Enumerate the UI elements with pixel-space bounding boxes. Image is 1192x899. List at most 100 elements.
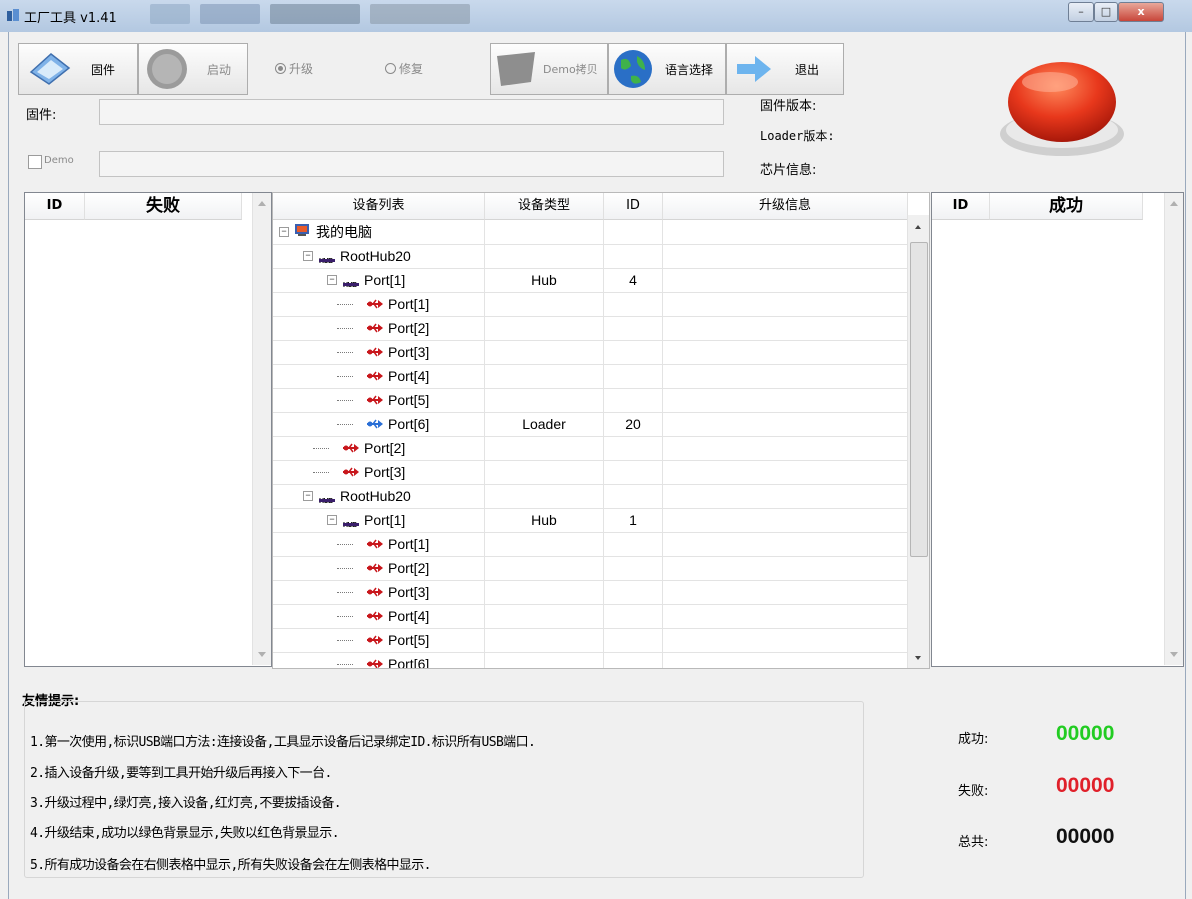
column-divider bbox=[484, 580, 485, 604]
device-name-cell: Port[6] bbox=[367, 652, 430, 669]
start-button[interactable]: 启动 bbox=[138, 43, 248, 95]
column-divider bbox=[484, 268, 485, 292]
usb-blue-icon bbox=[367, 412, 383, 429]
device-row[interactable]: Port[5] bbox=[273, 628, 907, 653]
usb-red-icon bbox=[367, 652, 383, 668]
upgrade-info-header[interactable]: 升级信息 bbox=[663, 193, 908, 220]
tree-connector bbox=[337, 328, 353, 329]
column-divider bbox=[484, 412, 485, 436]
device-name-cell: Port[3] bbox=[367, 580, 429, 604]
success-id-header[interactable]: ID bbox=[932, 193, 990, 220]
device-list-header[interactable]: 设备列表 bbox=[273, 193, 485, 220]
fail-id-header[interactable]: ID bbox=[25, 193, 85, 220]
success-scrollbar[interactable] bbox=[1164, 193, 1183, 665]
device-row[interactable]: Port[1] bbox=[273, 532, 907, 557]
device-row[interactable]: Port[3] bbox=[273, 460, 907, 485]
device-id-cell bbox=[604, 244, 662, 268]
device-id-cell bbox=[604, 532, 662, 556]
device-type-cell bbox=[485, 316, 603, 340]
firmware-path-field[interactable] bbox=[99, 99, 724, 125]
tree-connector bbox=[337, 616, 353, 617]
exit-button[interactable]: 退出 bbox=[726, 43, 844, 95]
app-icon bbox=[7, 9, 19, 21]
device-name: Port[5] bbox=[388, 392, 430, 408]
success-title-header[interactable]: 成功 bbox=[990, 193, 1143, 220]
scroll-up-icon bbox=[1170, 201, 1178, 206]
upgrade-radio-label: 升级 bbox=[289, 62, 314, 76]
close-button[interactable]: x bbox=[1118, 2, 1164, 22]
device-name: Port[6] bbox=[388, 656, 430, 669]
fail-title-header[interactable]: 失败 bbox=[85, 193, 242, 220]
demo-copy-button[interactable]: Demo拷贝 bbox=[490, 43, 608, 95]
device-row[interactable]: Port[3] bbox=[273, 340, 907, 365]
minimize-button[interactable]: – bbox=[1068, 2, 1094, 22]
scroll-up-icon bbox=[915, 225, 921, 229]
scroll-thumb[interactable] bbox=[910, 242, 928, 557]
scroll-down-icon bbox=[258, 652, 266, 657]
usb-red-icon bbox=[343, 460, 359, 477]
upgrade-radio[interactable]: 升级 bbox=[275, 60, 313, 77]
language-button[interactable]: 语言选择 bbox=[608, 43, 726, 95]
column-divider bbox=[484, 628, 485, 652]
fail-scrollbar[interactable] bbox=[252, 193, 271, 665]
expand-collapse-icon[interactable]: − bbox=[303, 251, 313, 261]
scroll-up-icon bbox=[258, 201, 266, 206]
device-row[interactable]: −HUB Port[1] Hub 1 bbox=[273, 508, 907, 533]
device-row[interactable]: Port[2] bbox=[273, 316, 907, 341]
start-button-label: 启动 bbox=[207, 63, 232, 77]
device-row[interactable]: − 我的电脑 bbox=[273, 220, 907, 245]
device-row[interactable]: Port[1] bbox=[273, 292, 907, 317]
device-id-cell bbox=[604, 604, 662, 628]
device-row[interactable]: Port[4] bbox=[273, 364, 907, 389]
device-row[interactable]: −HUB Port[1] Hub 4 bbox=[273, 268, 907, 293]
repair-radio[interactable]: 修复 bbox=[385, 60, 423, 77]
device-row[interactable]: Port[2] bbox=[273, 556, 907, 581]
maximize-button[interactable]: □ bbox=[1094, 2, 1118, 22]
hub-icon: HUB bbox=[319, 490, 335, 505]
device-name-cell: HUB Port[1] bbox=[343, 508, 405, 532]
device-row[interactable]: Port[4] bbox=[273, 604, 907, 629]
device-row[interactable]: −HUB RootHub20 bbox=[273, 484, 907, 509]
device-type-header[interactable]: 设备类型 bbox=[485, 193, 604, 220]
device-id-header[interactable]: ID bbox=[604, 193, 663, 220]
tips-box bbox=[24, 701, 864, 878]
column-divider bbox=[662, 364, 663, 388]
firmware-button[interactable]: 固件 bbox=[18, 43, 138, 95]
column-divider bbox=[662, 580, 663, 604]
column-divider bbox=[484, 292, 485, 316]
column-divider bbox=[484, 220, 485, 244]
device-row[interactable]: Port[6] Loader 20 bbox=[273, 412, 907, 437]
device-row[interactable]: Port[6] bbox=[273, 652, 907, 669]
expand-collapse-icon[interactable]: − bbox=[279, 227, 289, 237]
device-type-cell bbox=[485, 220, 603, 244]
device-row[interactable]: Port[3] bbox=[273, 580, 907, 605]
expand-collapse-icon[interactable]: − bbox=[327, 275, 337, 285]
column-divider bbox=[603, 508, 604, 532]
tree-connector bbox=[313, 472, 329, 473]
device-type-cell bbox=[485, 484, 603, 508]
device-id-cell bbox=[604, 364, 662, 388]
device-row[interactable]: Port[5] bbox=[273, 388, 907, 413]
device-id-cell bbox=[604, 460, 662, 484]
device-row[interactable]: Port[2] bbox=[273, 436, 907, 461]
column-divider bbox=[603, 340, 604, 364]
column-divider bbox=[484, 436, 485, 460]
tip-line: 1.第一次使用,标识USB端口方法:连接设备,工具显示设备后记录绑定ID.标识所… bbox=[30, 735, 536, 750]
device-scrollbar[interactable] bbox=[907, 215, 929, 668]
demo-checkbox[interactable] bbox=[28, 155, 42, 169]
device-id-cell bbox=[604, 652, 662, 668]
expand-collapse-icon[interactable]: − bbox=[327, 515, 337, 525]
computer-icon bbox=[295, 220, 311, 236]
success-count-value: 00000 bbox=[1056, 722, 1115, 745]
expand-collapse-icon[interactable]: − bbox=[303, 491, 313, 501]
device-name: Port[1] bbox=[388, 296, 430, 312]
tip-line: 4.升级结束,成功以绿色背景显示,失败以红色背景显示. bbox=[30, 826, 340, 841]
column-divider bbox=[662, 628, 663, 652]
column-divider bbox=[603, 556, 604, 580]
globe-icon bbox=[614, 50, 652, 88]
tree-connector bbox=[337, 352, 353, 353]
device-id-cell bbox=[604, 436, 662, 460]
device-row[interactable]: −HUB RootHub20 bbox=[273, 244, 907, 269]
scroll-down-icon bbox=[915, 656, 921, 660]
demo-path-field[interactable] bbox=[99, 151, 724, 177]
